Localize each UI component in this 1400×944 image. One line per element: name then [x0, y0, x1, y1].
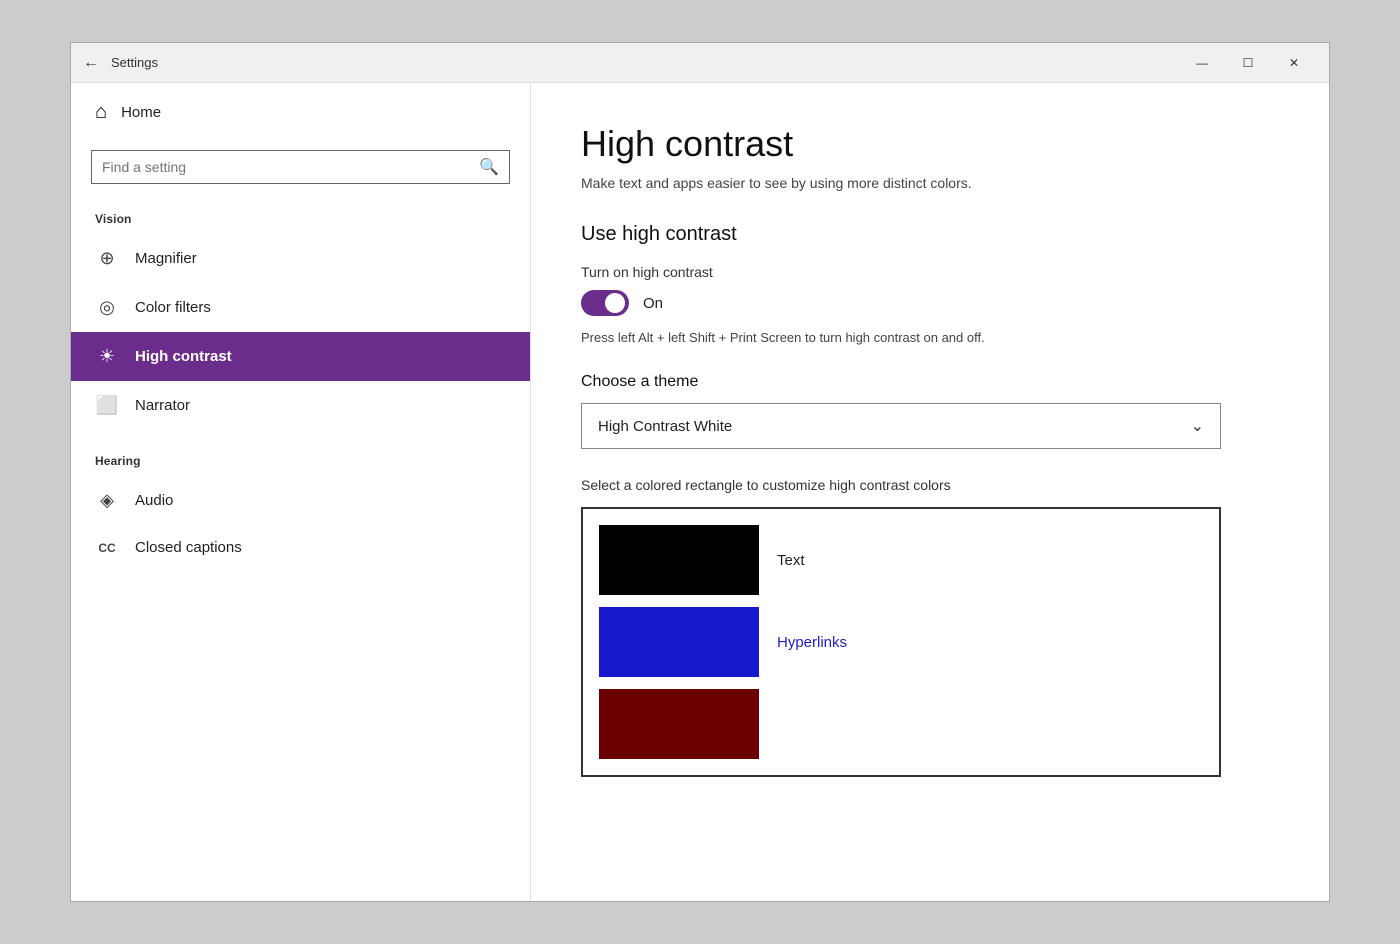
sidebar-item-color-filters[interactable]: ◎ Color filters — [71, 283, 530, 332]
maximize-button[interactable]: ☐ — [1225, 43, 1271, 83]
color-filters-label: Color filters — [135, 299, 211, 316]
color-row-text: Text — [599, 525, 1203, 595]
settings-window: ← Settings — ☐ ✕ ⌂ Home 🔍 Vision ⊕ Magni… — [70, 42, 1330, 902]
text-color-label: Text — [777, 552, 805, 569]
window-controls: — ☐ ✕ — [1179, 43, 1317, 83]
theme-selected: High Contrast White — [598, 418, 732, 435]
color-filters-icon: ◎ — [95, 297, 119, 318]
disabled-color-swatch[interactable] — [599, 689, 759, 759]
narrator-icon: ⬜ — [95, 395, 119, 416]
sidebar-item-high-contrast[interactable]: ☀ High contrast — [71, 332, 530, 381]
toggle-status: On — [643, 295, 663, 312]
title-bar: ← Settings — ☐ ✕ — [71, 43, 1329, 83]
home-icon: ⌂ — [95, 101, 107, 124]
theme-label: Choose a theme — [581, 373, 1279, 391]
vision-section-label: Vision — [71, 202, 530, 234]
closed-captions-label: Closed captions — [135, 539, 242, 556]
sidebar-home[interactable]: ⌂ Home — [71, 83, 530, 142]
use-high-contrast-heading: Use high contrast — [581, 223, 1279, 246]
home-label: Home — [121, 104, 161, 121]
sidebar-item-audio[interactable]: ◈ Audio — [71, 476, 530, 525]
customize-label: Select a colored rectangle to customize … — [581, 477, 1279, 493]
shortcut-hint: Press left Alt + left Shift + Print Scre… — [581, 330, 1221, 345]
toggle-knob — [605, 293, 625, 313]
search-input[interactable] — [102, 159, 479, 175]
sidebar-item-closed-captions[interactable]: CC Closed captions — [71, 525, 530, 570]
toggle-row: On — [581, 290, 1279, 316]
search-icon: 🔍 — [479, 157, 499, 177]
high-contrast-icon: ☀ — [95, 346, 119, 367]
color-row-hyperlinks: Hyperlinks — [599, 607, 1203, 677]
audio-icon: ◈ — [95, 490, 119, 511]
page-subtitle: Make text and apps easier to see by usin… — [581, 175, 1279, 191]
hyperlinks-color-swatch[interactable] — [599, 607, 759, 677]
search-box[interactable]: 🔍 — [91, 150, 510, 184]
back-button[interactable]: ← — [83, 54, 99, 72]
color-row-disabled — [599, 689, 1203, 759]
narrator-label: Narrator — [135, 397, 190, 414]
text-color-swatch[interactable] — [599, 525, 759, 595]
sidebar-item-narrator[interactable]: ⬜ Narrator — [71, 381, 530, 430]
hearing-section: Hearing ◈ Audio CC Closed captions — [71, 444, 530, 570]
page-title: High contrast — [581, 123, 1279, 165]
sidebar: ⌂ Home 🔍 Vision ⊕ Magnifier ◎ Color filt… — [71, 83, 531, 901]
minimize-button[interactable]: — — [1179, 43, 1225, 83]
toggle-label: Turn on high contrast — [581, 264, 1279, 280]
window-title: Settings — [111, 55, 158, 70]
high-contrast-label: High contrast — [135, 348, 232, 365]
content-area: ⌂ Home 🔍 Vision ⊕ Magnifier ◎ Color filt… — [71, 83, 1329, 901]
dropdown-arrow-icon: ⌄ — [1191, 416, 1204, 436]
color-palette-box: Text Hyperlinks — [581, 507, 1221, 777]
theme-dropdown[interactable]: High Contrast White ⌄ — [581, 403, 1221, 449]
magnifier-label: Magnifier — [135, 250, 197, 267]
audio-label: Audio — [135, 492, 173, 509]
magnifier-icon: ⊕ — [95, 248, 119, 269]
high-contrast-toggle[interactable] — [581, 290, 629, 316]
closed-captions-icon: CC — [95, 541, 119, 555]
main-content: High contrast Make text and apps easier … — [531, 83, 1329, 901]
sidebar-item-magnifier[interactable]: ⊕ Magnifier — [71, 234, 530, 283]
close-button[interactable]: ✕ — [1271, 43, 1317, 83]
hearing-section-label: Hearing — [71, 444, 530, 476]
hyperlinks-color-label: Hyperlinks — [777, 634, 847, 651]
